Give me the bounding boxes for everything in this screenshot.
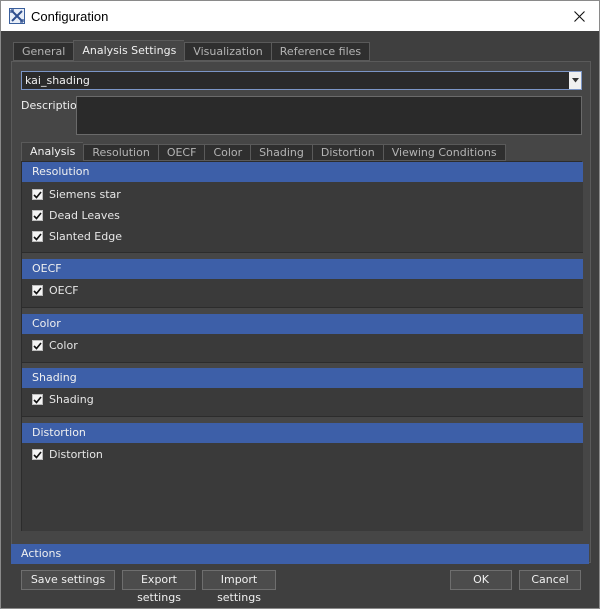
section-body: OECF [22, 279, 583, 308]
checkmark-icon[interactable] [32, 340, 43, 351]
checkmark-icon[interactable] [32, 285, 43, 296]
checkbox-oecf[interactable]: OECF [22, 280, 583, 301]
main-tab-bar: General Analysis Settings Visualization … [13, 40, 371, 62]
section-oecf: OECF OECF [22, 259, 583, 308]
tab-shading[interactable]: Shading [250, 144, 312, 161]
tab-analysis-settings[interactable]: Analysis Settings [73, 40, 185, 61]
section-shading: Shading Shading [22, 368, 583, 417]
checkbox-siemens-star[interactable]: Siemens star [22, 184, 583, 205]
section-color: Color Color [22, 314, 583, 363]
title-bar: Configuration [0, 0, 600, 31]
tab-viewing-conditions[interactable]: Viewing Conditions [382, 144, 506, 161]
section-body: Shading [22, 388, 583, 417]
analysis-list: Resolution Siemens star Dead Leaves Slan… [21, 161, 583, 531]
checkmark-icon[interactable] [32, 449, 43, 460]
checkbox-label: Distortion [49, 448, 103, 461]
tab-distortion[interactable]: Distortion [311, 144, 383, 161]
profile-dropdown[interactable]: kai_shading [21, 71, 582, 90]
checkbox-slanted-edge[interactable]: Slanted Edge [22, 226, 583, 247]
section-body: Color [22, 334, 583, 363]
checkbox-dead-leaves[interactable]: Dead Leaves [22, 205, 583, 226]
checkbox-shading[interactable]: Shading [22, 389, 583, 410]
save-settings-button[interactable]: Save settings [21, 570, 115, 590]
section-header: OECF [22, 259, 583, 279]
checkmark-icon[interactable] [32, 210, 43, 221]
tab-resolution[interactable]: Resolution [83, 144, 158, 161]
window-title: Configuration [31, 9, 109, 24]
checkbox-label: Siemens star [49, 188, 121, 201]
tab-visualization[interactable]: Visualization [184, 42, 271, 61]
actions-bar: Save settings Export settings Import set… [11, 564, 589, 604]
checkmark-icon[interactable] [32, 394, 43, 405]
checkmark-icon[interactable] [32, 189, 43, 200]
analysis-tab-bar: Analysis Resolution OECF Color Shading D… [21, 142, 506, 162]
section-distortion: Distortion Distortion [22, 423, 583, 531]
import-settings-button[interactable]: Import settings [202, 570, 276, 604]
profile-dropdown-value: kai_shading [25, 74, 90, 87]
section-body: Siemens star Dead Leaves Slanted Edge [22, 182, 583, 253]
checkbox-label: Shading [49, 393, 94, 406]
ok-button[interactable]: OK [450, 570, 512, 590]
tab-reference-files[interactable]: Reference files [270, 42, 371, 61]
description-field[interactable] [76, 96, 582, 135]
section-header: Distortion [22, 423, 583, 443]
tab-oecf[interactable]: OECF [157, 144, 205, 161]
checkbox-label: Slanted Edge [49, 230, 122, 243]
section-header: Color [22, 314, 583, 334]
checkbox-label: OECF [49, 284, 79, 297]
tab-color[interactable]: Color [204, 144, 251, 161]
close-button[interactable] [559, 1, 599, 31]
analysis-settings-panel: kai_shading Description Analysis Resolut… [11, 61, 591, 563]
section-header: Shading [22, 368, 583, 388]
checkbox-color[interactable]: Color [22, 335, 583, 356]
checkbox-label: Dead Leaves [49, 209, 120, 222]
chevron-down-icon[interactable] [569, 72, 581, 89]
section-header: Resolution [22, 162, 583, 182]
section-resolution: Resolution Siemens star Dead Leaves Slan… [22, 162, 583, 253]
checkbox-label: Color [49, 339, 78, 352]
export-settings-button[interactable]: Export settings [122, 570, 196, 604]
app-logo-icon [9, 8, 25, 24]
checkmark-icon[interactable] [32, 231, 43, 242]
actions-header: Actions [11, 544, 589, 564]
close-icon [573, 10, 585, 22]
dialog-body: General Analysis Settings Visualization … [0, 31, 600, 609]
section-body: Distortion [22, 443, 583, 531]
cancel-button[interactable]: Cancel [519, 570, 581, 590]
description-label: Description [21, 99, 84, 112]
tab-analysis[interactable]: Analysis [21, 142, 84, 161]
tab-general[interactable]: General [13, 42, 74, 61]
checkbox-distortion[interactable]: Distortion [22, 444, 583, 465]
